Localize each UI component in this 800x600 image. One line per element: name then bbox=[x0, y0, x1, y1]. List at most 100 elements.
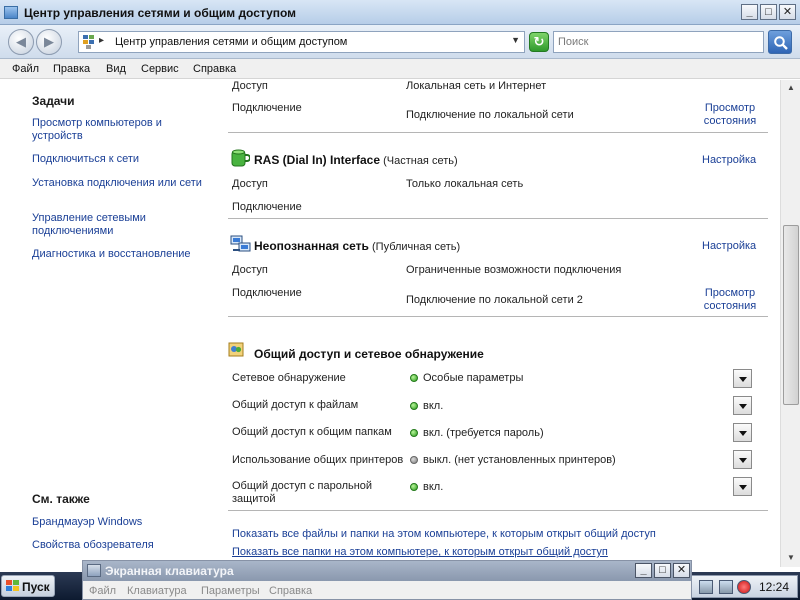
sharing-heading: Общий доступ и сетевое обнаружение bbox=[254, 347, 484, 361]
osk-title: Экранная клавиатура bbox=[105, 564, 234, 578]
unknown-network-name: Неопознанная сеть bbox=[254, 239, 369, 253]
refresh-icon[interactable]: ↻ bbox=[529, 32, 549, 52]
divider bbox=[228, 510, 768, 511]
scrollbar-thumb[interactable] bbox=[783, 225, 799, 405]
unknown-configure-link[interactable]: Настройка bbox=[702, 240, 756, 253]
osk-minimize-button[interactable]: _ bbox=[635, 563, 652, 578]
status-on-icon bbox=[410, 402, 418, 410]
osk-title-bar[interactable]: Экранная клавиатура _ □ ✕ bbox=[83, 561, 691, 581]
connection-label: Подключение bbox=[232, 102, 302, 115]
back-button[interactable]: ◀ bbox=[8, 29, 34, 55]
show-shared-folders-link[interactable]: Показать все папки на этом компьютере, к… bbox=[232, 546, 608, 559]
osk-maximize-button[interactable]: □ bbox=[654, 563, 671, 578]
close-button[interactable]: ✕ bbox=[779, 4, 796, 20]
search-button[interactable] bbox=[768, 30, 792, 54]
password-protection-value: вкл. bbox=[410, 481, 443, 494]
status-on-icon bbox=[410, 483, 418, 491]
unknown-view-status-link[interactable]: Просмотр состояния bbox=[698, 287, 762, 313]
keyboard-icon bbox=[87, 564, 101, 577]
ras-configure-link[interactable]: Настройка bbox=[702, 154, 756, 167]
menu-view[interactable]: Вид bbox=[106, 63, 126, 75]
menu-tools[interactable]: Сервис bbox=[141, 63, 179, 75]
security-tray-icon[interactable] bbox=[719, 580, 733, 594]
window-title: Центр управления сетями и общим доступом bbox=[24, 6, 296, 20]
system-tray: 12:24 bbox=[690, 575, 798, 598]
vertical-scrollbar[interactable]: ▲ ▼ bbox=[780, 80, 800, 567]
access-label: Доступ bbox=[232, 80, 268, 93]
public-folder-sharing-label: Общий доступ к общим папкам bbox=[232, 426, 392, 439]
osk-menu-keyboard[interactable]: Клавиатура bbox=[127, 585, 187, 597]
sharing-icon bbox=[228, 342, 244, 358]
scroll-down-icon[interactable]: ▼ bbox=[783, 550, 799, 566]
on-screen-keyboard-window: Экранная клавиатура _ □ ✕ Файл Клавиатур… bbox=[82, 560, 692, 600]
firewall-link[interactable]: Брандмауэр Windows bbox=[32, 516, 212, 529]
tasks-heading: Задачи bbox=[32, 94, 75, 108]
status-on-icon bbox=[410, 429, 418, 437]
osk-menu-file[interactable]: Файл bbox=[89, 585, 116, 597]
printer-sharing-value: выкл. (нет установленных принтеров) bbox=[410, 454, 616, 467]
see-also-heading: См. также bbox=[32, 492, 90, 506]
unknown-connection-value: Подключение по локальной сети 2 bbox=[406, 294, 583, 307]
ras-access-value: Только локальная сеть bbox=[406, 178, 523, 191]
private-network-icon bbox=[230, 148, 250, 168]
search-icon bbox=[773, 35, 789, 51]
maximize-button[interactable]: □ bbox=[760, 4, 777, 20]
ras-access-label: Доступ bbox=[232, 178, 268, 191]
view-status-link[interactable]: Просмотр состояния bbox=[698, 102, 762, 128]
ras-connection-label: Подключение bbox=[232, 201, 302, 214]
access-value: Локальная сеть и Интернет bbox=[406, 80, 546, 93]
menu-file[interactable]: Файл bbox=[12, 63, 39, 75]
network-center-icon bbox=[83, 35, 95, 49]
password-protection-expand-button[interactable] bbox=[733, 477, 752, 496]
network-discovery-label: Сетевое обнаружение bbox=[232, 372, 346, 385]
internet-options-link[interactable]: Свойства обозревателя bbox=[32, 539, 212, 552]
breadcrumb-separator-icon[interactable]: ▸ bbox=[99, 35, 104, 46]
printer-sharing-label: Использование общих принтеров bbox=[232, 454, 403, 467]
unknown-access-value: Ограниченные возможности подключения bbox=[406, 264, 621, 277]
osk-close-button[interactable]: ✕ bbox=[673, 563, 690, 578]
clock[interactable]: 12:24 bbox=[759, 580, 789, 594]
minimize-button[interactable]: _ bbox=[741, 4, 758, 20]
password-protection-label: Общий доступ с парольной защитой bbox=[232, 480, 382, 506]
task-manage-connections-link[interactable]: Управление сетевыми подключениями bbox=[32, 212, 212, 238]
start-button[interactable]: Пуск bbox=[1, 575, 55, 597]
status-on-icon bbox=[410, 374, 418, 382]
task-connect-link[interactable]: Подключиться к сети bbox=[32, 153, 212, 166]
task-setup-connection-link[interactable]: Установка подключения или сети bbox=[32, 177, 212, 190]
task-view-computers-link[interactable]: Просмотр компьютеров и устройств bbox=[32, 117, 212, 143]
menu-help[interactable]: Справка bbox=[193, 63, 236, 75]
breadcrumb-path[interactable]: Центр управления сетями и общим доступом bbox=[115, 36, 347, 48]
divider bbox=[228, 218, 768, 219]
address-toolbar: ◀ ▶ ▸ Центр управления сетями и общим до… bbox=[0, 25, 800, 59]
menu-edit[interactable]: Правка bbox=[53, 63, 90, 75]
unknown-network-header: Неопознанная сеть (Публичная сеть) bbox=[254, 239, 460, 253]
start-label: Пуск bbox=[22, 580, 50, 594]
forward-button[interactable]: ▶ bbox=[36, 29, 62, 55]
chevron-down-icon[interactable]: ▼ bbox=[511, 35, 520, 45]
network-center-window-icon bbox=[4, 6, 18, 19]
network-tray-icon[interactable] bbox=[699, 580, 713, 594]
windows-flag-icon bbox=[6, 580, 19, 592]
osk-menu-help[interactable]: Справка bbox=[269, 585, 312, 597]
printer-sharing-expand-button[interactable] bbox=[733, 450, 752, 469]
scroll-up-icon[interactable]: ▲ bbox=[783, 80, 799, 96]
file-sharing-value: вкл. bbox=[410, 400, 443, 413]
network-discovery-expand-button[interactable] bbox=[733, 369, 752, 388]
menu-bar: Файл Правка Вид Сервис Справка bbox=[0, 59, 800, 79]
public-folder-sharing-expand-button[interactable] bbox=[733, 423, 752, 442]
divider bbox=[228, 132, 768, 133]
address-field[interactable]: ▸ Центр управления сетями и общим доступ… bbox=[78, 31, 525, 53]
status-off-icon bbox=[410, 456, 418, 464]
volume-muted-icon[interactable] bbox=[737, 580, 751, 594]
osk-menu-settings[interactable]: Параметры bbox=[201, 585, 260, 597]
task-diagnose-link[interactable]: Диагностика и восстановление bbox=[32, 248, 212, 261]
search-input[interactable]: Поиск bbox=[553, 31, 764, 53]
connection-value: Подключение по локальной сети bbox=[406, 109, 574, 122]
divider bbox=[228, 316, 768, 317]
file-sharing-expand-button[interactable] bbox=[733, 396, 752, 415]
public-folder-sharing-value: вкл. (требуется пароль) bbox=[410, 427, 544, 440]
file-sharing-label: Общий доступ к файлам bbox=[232, 399, 358, 412]
public-network-icon bbox=[230, 234, 252, 254]
task-pane: Задачи Просмотр компьютеров и устройств … bbox=[0, 80, 220, 567]
show-shared-files-link[interactable]: Показать все файлы и папки на этом компь… bbox=[232, 528, 656, 541]
